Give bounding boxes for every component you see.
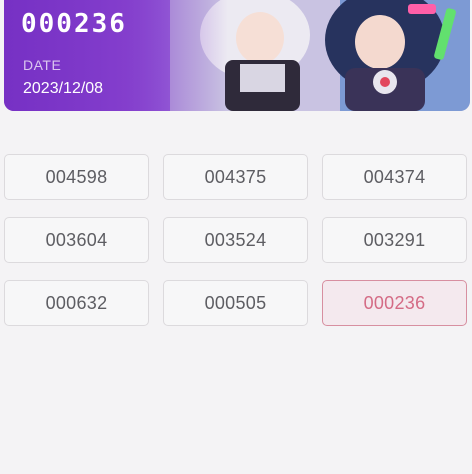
number-grid: 004598 004375 004374 003604 003524 00329… bbox=[4, 154, 468, 326]
number-chip[interactable]: 003291 bbox=[322, 217, 467, 263]
number-chip[interactable]: 000632 bbox=[4, 280, 149, 326]
banner-date-label: DATE bbox=[23, 57, 62, 73]
number-chip[interactable]: 003524 bbox=[163, 217, 308, 263]
number-chip[interactable]: 003604 bbox=[4, 217, 149, 263]
number-chip[interactable]: 004374 bbox=[322, 154, 467, 200]
number-chip-selected[interactable]: 000236 bbox=[322, 280, 467, 326]
header-banner: 000236 DATE 2023/12/08 bbox=[4, 0, 470, 111]
number-chip[interactable]: 004375 bbox=[163, 154, 308, 200]
number-chip[interactable]: 004598 bbox=[4, 154, 149, 200]
number-chip[interactable]: 000505 bbox=[163, 280, 308, 326]
banner-selected-number: 000236 bbox=[21, 9, 127, 39]
banner-date-value: 2023/12/08 bbox=[23, 80, 104, 97]
